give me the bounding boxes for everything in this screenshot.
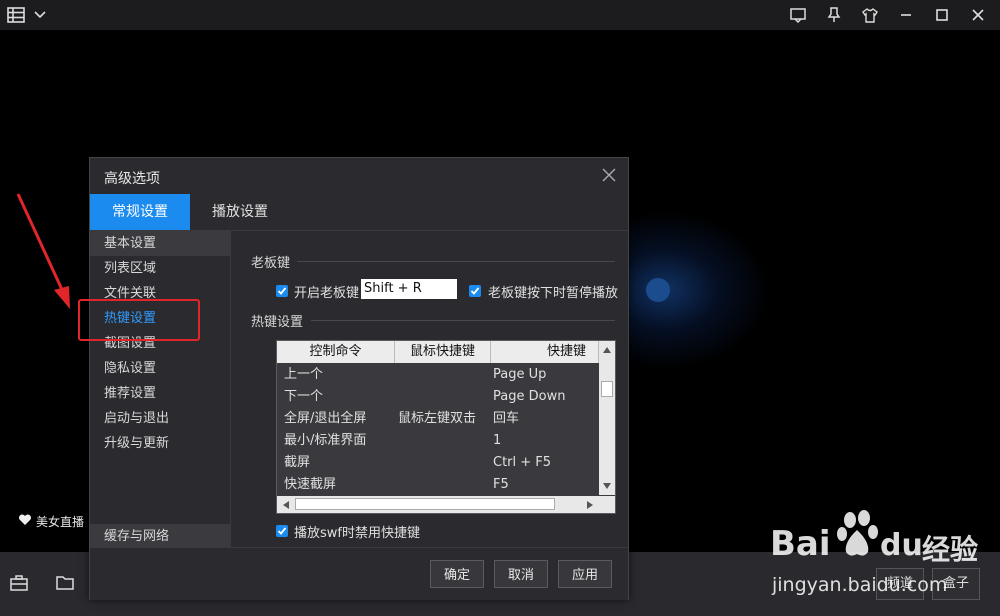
live-link[interactable]: 美女直播 <box>18 513 84 530</box>
toolbox-icon[interactable] <box>10 575 30 593</box>
layout-icon <box>6 5 26 25</box>
watermark-url: jingyan.baidu.com <box>772 574 948 596</box>
apply-button[interactable]: 应用 <box>558 560 612 588</box>
cell-command: 下一个 <box>284 389 324 404</box>
cell-shortcut: 1 <box>493 433 502 448</box>
divider <box>311 320 615 321</box>
cancel-button[interactable]: 取消 <box>494 560 548 588</box>
cell-shortcut: F5 <box>493 477 509 492</box>
table-row[interactable]: 上一个 Page Up <box>277 364 599 386</box>
minimize-icon[interactable] <box>896 5 916 25</box>
cell-shortcut: Page Down <box>493 389 566 404</box>
logo-dot <box>646 278 670 302</box>
sidebar-item-list-area[interactable]: 列表区域 <box>90 256 230 281</box>
boss-key-pause-label: 老板键按下时暂停播放 <box>488 286 619 301</box>
horizontal-scrollbar[interactable] <box>277 496 599 513</box>
highlight-box <box>78 299 200 341</box>
hotkey-table-header: 控制命令 鼠标快捷键 快捷键 <box>277 341 599 363</box>
watermark-brand: Bai <box>770 524 831 564</box>
cell-command: 快速截屏 <box>284 477 337 492</box>
baidu-watermark: Bai du 经验 jingyan.baidu.com <box>770 508 995 608</box>
dialog-title-bar: 高级选项 <box>90 158 628 194</box>
hotkey-section-title: 热键设置 <box>251 315 304 330</box>
sidebar-item-privacy[interactable]: 隐私设置 <box>90 356 230 381</box>
chevron-down-icon <box>30 5 50 25</box>
pin-icon[interactable] <box>824 5 844 25</box>
sidebar-item-cache-network[interactable]: 缓存与网络 <box>90 524 230 549</box>
disable-swf-hotkey-checkbox[interactable] <box>276 525 288 537</box>
watermark-brand-du: du <box>880 528 923 563</box>
scroll-left-icon <box>283 501 289 509</box>
divider <box>297 261 615 262</box>
advanced-options-dialog: 高级选项 常规设置 播放设置 基本设置 列表区域 文件关联 热键设置 截图设置 … <box>89 157 629 600</box>
scroll-down-icon <box>603 483 611 489</box>
column-header-mouse[interactable]: 鼠标快捷键 <box>395 341 491 363</box>
heart-icon <box>18 514 32 529</box>
dialog-footer: 确定 取消 应用 <box>90 547 628 600</box>
tab-playback[interactable]: 播放设置 <box>190 194 290 230</box>
tab-general[interactable]: 常规设置 <box>90 194 190 230</box>
table-row[interactable]: 最小/标准界面 1 <box>277 430 599 452</box>
cell-shortcut: Page Up <box>493 367 547 382</box>
menu-toggle[interactable] <box>6 5 50 25</box>
boss-key-enable-label: 开启老板键 <box>294 286 360 301</box>
column-header-command[interactable]: 控制命令 <box>277 341 395 363</box>
boss-key-pause-checkbox[interactable] <box>469 285 481 297</box>
column-header-shortcut[interactable]: 快捷键 <box>491 341 599 363</box>
title-bar <box>0 0 1000 30</box>
scroll-right-icon <box>587 501 593 509</box>
boss-key-section-title: 老板键 <box>251 256 291 271</box>
folder-icon[interactable] <box>56 575 76 593</box>
horizontal-scroll-thumb[interactable] <box>295 498 555 510</box>
table-row[interactable]: 快速截屏 F5 <box>277 474 599 496</box>
scroll-corner <box>599 496 615 513</box>
vertical-scrollbar[interactable] <box>599 341 615 495</box>
cell-mouse: 鼠标左键双击 <box>398 411 477 426</box>
cell-command: 上一个 <box>284 367 324 382</box>
ok-button[interactable]: 确定 <box>430 560 484 588</box>
scroll-up-icon <box>603 347 611 353</box>
cell-command: 截屏 <box>284 455 311 470</box>
sidebar-item-update[interactable]: 升级与更新 <box>90 431 230 456</box>
hotkey-table: 控制命令 鼠标快捷键 快捷键 上一个 Page Up 下一个 Page Down… <box>276 340 616 514</box>
vertical-scroll-thumb[interactable] <box>601 381 613 397</box>
message-icon[interactable] <box>788 5 808 25</box>
sidebar-item-basic[interactable]: 基本设置 <box>90 231 230 256</box>
close-icon[interactable] <box>602 168 618 184</box>
close-icon[interactable] <box>968 5 988 25</box>
boss-key-hotkey-input[interactable]: Shift + R <box>361 279 457 299</box>
table-row[interactable]: 全屏/退出全屏 鼠标左键双击 回车 <box>277 408 599 430</box>
disable-swf-hotkey-label: 播放swf时禁用快捷键 <box>294 526 420 541</box>
settings-tabs: 常规设置 播放设置 <box>90 194 628 231</box>
watermark-cn: 经验 <box>922 533 979 566</box>
table-row[interactable]: 下一个 Page Down <box>277 386 599 408</box>
cell-shortcut: 回车 <box>493 411 520 426</box>
settings-sidebar: 基本设置 列表区域 文件关联 热键设置 截图设置 隐私设置 推荐设置 启动与退出… <box>90 231 231 600</box>
cell-shortcut: Ctrl + F5 <box>493 455 552 470</box>
cell-command: 最小/标准界面 <box>284 433 367 448</box>
dialog-title: 高级选项 <box>104 171 160 187</box>
sidebar-item-recommend[interactable]: 推荐设置 <box>90 381 230 406</box>
table-row[interactable]: 截屏 Ctrl + F5 <box>277 452 599 474</box>
maximize-icon[interactable] <box>932 5 952 25</box>
skin-icon[interactable] <box>860 5 880 25</box>
sidebar-item-startup-exit[interactable]: 启动与退出 <box>90 406 230 431</box>
hotkey-settings-panel: 老板键 开启老板键 Shift + R 老板键按下时暂停播放 热键设置 控制命令… <box>231 231 628 547</box>
cell-command: 全屏/退出全屏 <box>284 411 367 426</box>
boss-key-enable-checkbox[interactable] <box>276 285 288 297</box>
live-label: 美女直播 <box>36 515 85 529</box>
